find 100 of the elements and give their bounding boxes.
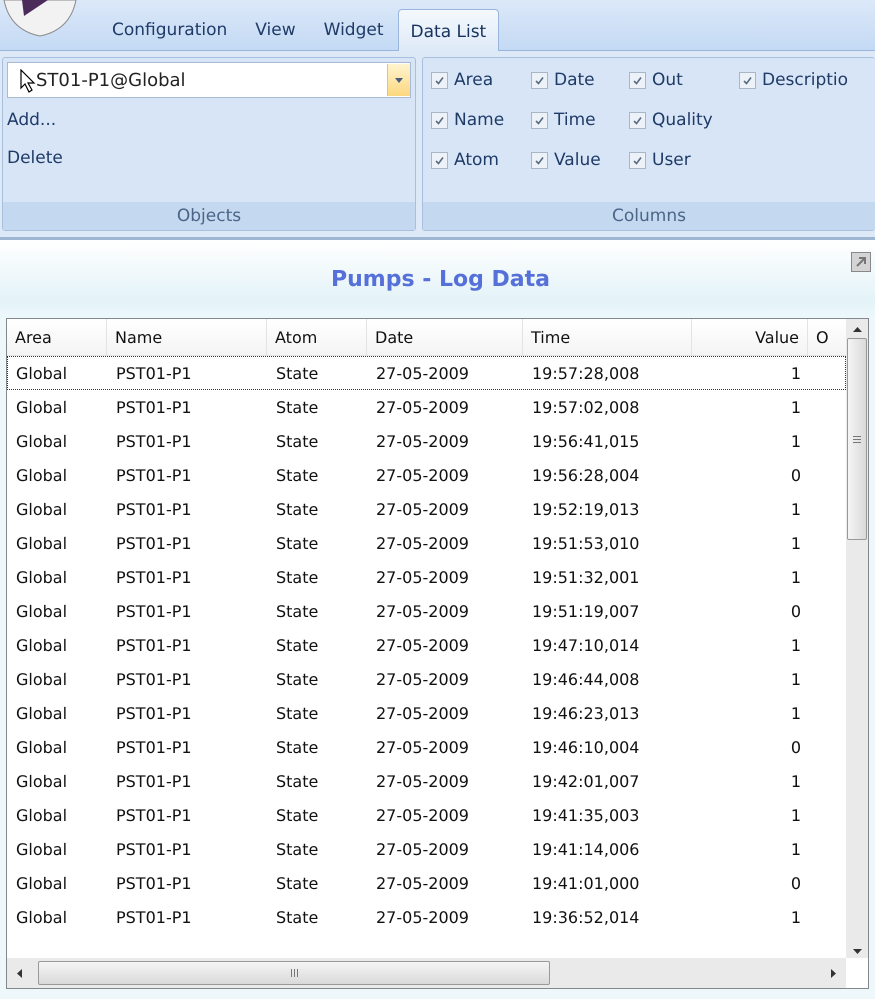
table-cell-text: 19:42:01,007 <box>531 772 640 790</box>
table-cell-text: State <box>275 602 320 620</box>
table-cell-text: Global <box>15 398 68 416</box>
table-row[interactable]: Global PST01-P1 State 27-05-2009 19:56:28,004 0 <box>7 458 846 492</box>
table-row[interactable]: Global PST01-P1 State 27-05-2009 19:57:02,008 1 <box>7 390 846 424</box>
group-caption: Columns <box>423 202 875 230</box>
ribbon-action[interactable]: Add... <box>7 104 411 136</box>
horizontal-scrollbar[interactable] <box>7 958 846 988</box>
column-checkbox[interactable]: User <box>629 146 739 174</box>
table-cell-text: 1 <box>790 806 802 824</box>
ribbon-tab[interactable]: Data List <box>398 9 500 51</box>
ribbon-tab[interactable]: View <box>241 20 310 50</box>
table-cell-text: 1 <box>790 568 802 586</box>
table-row[interactable]: Global PST01-P1 State 27-05-2009 19:41:14,006 1 <box>7 832 846 866</box>
table-cell-text: State <box>275 738 320 756</box>
column-header[interactable]: Time <box>523 319 692 355</box>
table-cell-text: 19:46:23,013 <box>531 704 640 722</box>
column-header[interactable]: Area <box>7 319 107 355</box>
grip-icon[interactable] <box>853 436 861 442</box>
table-cell-text: 27-05-2009 <box>375 738 470 756</box>
table-cell-text: PST01-P1 <box>115 500 193 518</box>
column-checkbox[interactable]: Quality <box>629 106 739 134</box>
table-cell-text: Global <box>15 840 68 858</box>
column-header[interactable]: Date <box>367 319 523 355</box>
table-cell-text: 1 <box>790 772 802 790</box>
table-cell-text: 27-05-2009 <box>375 704 470 722</box>
table-cell-text: PST01-P1 <box>115 466 193 484</box>
table-cell-text: 19:57:02,008 <box>531 398 640 416</box>
table-cell-text: 19:47:10,014 <box>531 636 640 654</box>
table-cell-text: State <box>275 704 320 722</box>
table-cell-text: State <box>275 840 320 858</box>
table-cell-text: State <box>275 534 320 552</box>
column-header[interactable]: Atom <box>267 319 367 355</box>
table-cell-text: 0 <box>790 466 802 484</box>
table-row[interactable]: Global PST01-P1 State 27-05-2009 19:57:28,008 1 <box>7 356 846 390</box>
scroll-left-icon[interactable] <box>17 968 22 978</box>
table-row[interactable]: Global PST01-P1 State 27-05-2009 19:52:19,013 1 <box>7 492 846 526</box>
ribbon-tab[interactable]: Configuration <box>98 20 242 50</box>
column-checkbox[interactable]: Out <box>629 66 739 94</box>
object-combo[interactable]: ST01-P1@Global <box>7 62 411 98</box>
table-cell-text: 19:51:19,007 <box>531 602 640 620</box>
table-cell-text: 1 <box>790 840 802 858</box>
column-checkbox[interactable]: Area <box>431 66 531 94</box>
column-header[interactable]: Value <box>692 319 808 355</box>
table-cell-text: 19:41:35,003 <box>531 806 640 824</box>
table-cell-text: PST01-P1 <box>115 772 193 790</box>
column-checkbox[interactable]: Time <box>531 106 629 134</box>
check-icon <box>434 114 445 126</box>
column-header[interactable]: Name <box>107 319 267 355</box>
table-cell-text: 1 <box>790 704 802 722</box>
table-cell-text: 0 <box>790 602 802 620</box>
check-icon <box>534 154 545 166</box>
table-cell-text: PST01-P1 <box>115 364 193 382</box>
table-row[interactable]: Global PST01-P1 State 27-05-2009 19:51:53,010 1 <box>7 526 846 560</box>
table-cell-text: 27-05-2009 <box>375 500 470 518</box>
table-cell-text: Global <box>15 466 68 484</box>
table-row[interactable]: Global PST01-P1 State 27-05-2009 19:41:35,003 1 <box>7 798 846 832</box>
table-cell-text: Global <box>15 908 68 926</box>
table-row[interactable]: Global PST01-P1 State 27-05-2009 19:51:19,007 0 <box>7 594 846 628</box>
table-cell-text: 19:57:28,008 <box>531 364 640 382</box>
table-row[interactable]: Global PST01-P1 State 27-05-2009 19:42:01,007 1 <box>7 764 846 798</box>
scroll-right-icon[interactable] <box>831 968 836 978</box>
table-cell-text: Global <box>15 874 68 892</box>
table-cell-text: 19:56:28,004 <box>531 466 640 484</box>
table-cell-text: PST01-P1 <box>115 602 193 620</box>
table-cell-text: 19:51:32,001 <box>531 568 640 586</box>
table-cell-text: 27-05-2009 <box>375 670 470 688</box>
column-header[interactable]: O <box>808 319 838 355</box>
column-checkbox[interactable]: Descriptio <box>739 66 849 94</box>
vertical-scrollbar[interactable] <box>846 319 868 958</box>
table-cell-text: PST01-P1 <box>115 908 193 926</box>
ribbon-action[interactable]: Delete <box>7 142 411 174</box>
column-checkbox[interactable]: Date <box>531 66 629 94</box>
table-row[interactable]: Global PST01-P1 State 27-05-2009 19:41:01,000 0 <box>7 866 846 900</box>
table-cell-text: 0 <box>790 874 802 892</box>
table-cell-text: Global <box>15 432 68 450</box>
expand-icon[interactable] <box>851 252 871 272</box>
ribbon-tab[interactable]: Widget <box>310 20 398 50</box>
scroll-up-icon[interactable] <box>852 327 862 332</box>
table-cell-text: 0 <box>790 738 802 756</box>
table-row[interactable]: Global PST01-P1 State 27-05-2009 19:46:10,004 0 <box>7 730 846 764</box>
table-row[interactable]: Global PST01-P1 State 27-05-2009 19:56:41,015 1 <box>7 424 846 458</box>
grip-icon[interactable] <box>290 969 298 977</box>
table-row[interactable]: Global PST01-P1 State 27-05-2009 19:51:32,001 1 <box>7 560 846 594</box>
table-cell-text: 19:46:44,008 <box>531 670 640 688</box>
column-checkbox[interactable]: Atom <box>431 146 531 174</box>
table-cell-text: State <box>275 466 320 484</box>
table-row[interactable]: Global PST01-P1 State 27-05-2009 19:36:52,014 1 <box>7 900 846 934</box>
table-row[interactable]: Global PST01-P1 State 27-05-2009 19:47:10,014 1 <box>7 628 846 662</box>
table-row[interactable]: Global PST01-P1 State 27-05-2009 19:46:23,013 1 <box>7 696 846 730</box>
group-caption: Objects <box>3 202 415 230</box>
table-cell-text: 1 <box>790 432 802 450</box>
table-row[interactable]: Global PST01-P1 State 27-05-2009 19:46:44,008 1 <box>7 662 846 696</box>
table-cell-text: 1 <box>790 636 802 654</box>
check-icon <box>632 74 643 86</box>
column-checkbox[interactable]: Name <box>431 106 531 134</box>
check-icon <box>534 114 545 126</box>
table-cell-text: 27-05-2009 <box>375 432 470 450</box>
column-checkbox[interactable]: Value <box>531 146 629 174</box>
scroll-down-icon[interactable] <box>852 949 862 954</box>
